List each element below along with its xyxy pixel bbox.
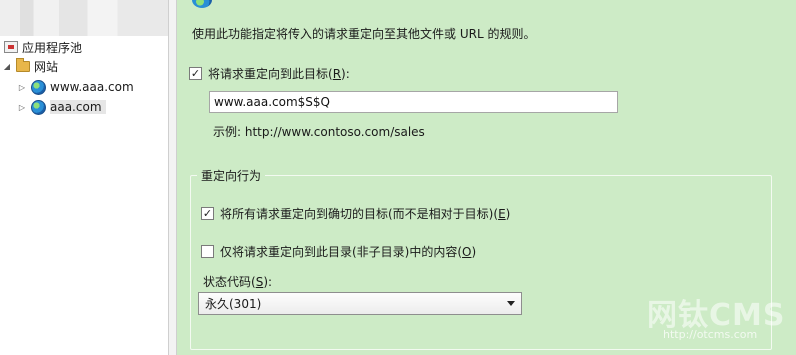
group-title: 重定向行为 [197, 167, 266, 184]
expand-arrow-icon[interactable]: ▷ [17, 102, 27, 112]
tree-item-label: 应用程序池 [22, 40, 83, 55]
watermark-url: http://otcms.com [663, 328, 758, 341]
folder-icon [16, 57, 30, 72]
checkbox-checked-icon[interactable]: ✓ [201, 207, 214, 220]
exact-destination-checkbox[interactable]: ✓ 将所有请求重定向到确切的目标(而不是相对于目标)(E) [201, 205, 510, 222]
only-directory-checkbox[interactable]: 仅将请求重定向到此目录(非子目录)中的内容(O) [201, 243, 476, 260]
redirect-enable-checkbox[interactable]: ✓ 将请求重定向到此目标(R): [189, 65, 350, 82]
checkbox-label: 仅将请求重定向到此目录(非子目录)中的内容(O) [220, 245, 477, 259]
checkbox-label: 将所有请求重定向到确切的目标(而不是相对于目标)(E) [220, 207, 511, 221]
tree-item-sites[interactable]: ◢ 网站 [2, 57, 58, 75]
globe-icon [31, 99, 46, 115]
globe-icon [192, 0, 212, 8]
example-text: 示例: http://www.contoso.com/sales [213, 125, 425, 139]
expand-arrow-icon[interactable]: ▷ [17, 82, 27, 92]
selected-value: 永久(301) [205, 297, 262, 311]
tree-item-site[interactable]: ▷ aaa.com [17, 98, 106, 116]
blurred-header [0, 0, 168, 36]
checkbox-unchecked-icon[interactable] [201, 245, 214, 258]
tree-item-site[interactable]: ▷ www.aaa.com [17, 78, 134, 96]
collapse-arrow-icon[interactable]: ◢ [2, 61, 12, 71]
checkbox-label: 将请求重定向到此目标(R): [208, 67, 350, 81]
globe-icon [31, 79, 46, 95]
checkbox-checked-icon[interactable]: ✓ [189, 67, 202, 80]
tree-item-label: 网站 [34, 59, 59, 74]
redirect-destination-input[interactable] [209, 91, 618, 113]
feature-description: 使用此功能指定将传入的请求重定向至其他文件或 URL 的规则。 [192, 27, 536, 41]
tree-item-label: aaa.com [50, 100, 106, 114]
tree-item-label: www.aaa.com [50, 80, 134, 94]
status-code-label: 状态代码(S): [203, 275, 273, 289]
status-code-dropdown[interactable]: 永久(301) [198, 292, 522, 315]
app-pool-icon [4, 41, 18, 53]
chevron-down-icon [507, 301, 515, 306]
pane-splitter[interactable] [168, 0, 177, 355]
connections-tree: 应用程序池 ◢ 网站 ▷ www.aaa.com ▷ aaa.com [0, 0, 168, 355]
tree-item-app-pools[interactable]: 应用程序池 [4, 38, 82, 56]
